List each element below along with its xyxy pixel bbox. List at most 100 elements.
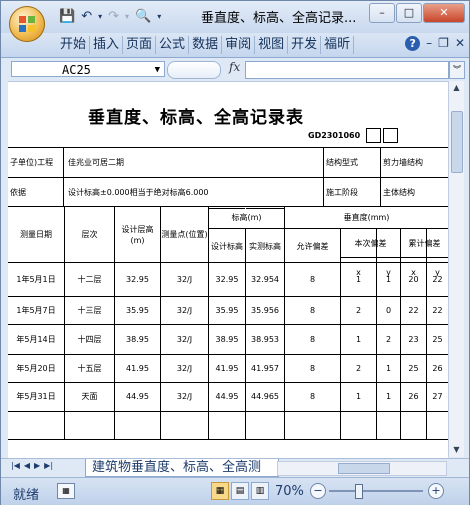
cell-date: 年5月20日: [16, 363, 56, 373]
cell-this-y: 1: [385, 363, 392, 373]
zoom-level[interactable]: 70%: [275, 484, 304, 499]
cell-allowance: 8: [309, 305, 316, 315]
header-this-deviation: 本次偏差: [354, 238, 387, 248]
cell-date: 1年5月7日: [16, 305, 56, 315]
project-label: 子单位)工程: [10, 157, 54, 167]
scroll-up-icon[interactable]: ▲: [449, 81, 464, 95]
name-box-value: AC25: [62, 63, 91, 77]
header-design-height: 设计层高(m): [121, 224, 154, 245]
cell-this-y: 1: [385, 275, 392, 284]
cell-design-height: 38.95: [126, 334, 149, 344]
next-sheet-icon[interactable]: ▶: [34, 461, 40, 470]
cell-this-x: 1: [355, 275, 362, 284]
first-sheet-icon[interactable]: |◀: [11, 461, 20, 470]
header-date: 测量日期: [20, 230, 52, 239]
page-break-view-icon[interactable]: ▥: [251, 482, 269, 500]
cell-floor: 十三层: [77, 305, 102, 315]
office-logo-icon: [19, 16, 35, 32]
scroll-down-icon[interactable]: ▼: [449, 443, 464, 457]
print-preview-icon[interactable]: 🔍: [135, 8, 151, 26]
redo-dropdown-icon[interactable]: ▾: [125, 8, 129, 26]
last-sheet-icon[interactable]: ▶|: [44, 461, 53, 470]
worksheet[interactable]: 垂直度、标高、全高记录表 GD2301060 子单位)工程 佳兆业可居二期 结构型式…: [8, 81, 448, 458]
document-title: 垂直度、标高、全高记录表: [88, 108, 304, 128]
vertical-scroll-thumb[interactable]: [451, 111, 463, 173]
office-button[interactable]: [9, 6, 45, 42]
undo-dropdown-icon[interactable]: ▾: [98, 8, 102, 26]
horizontal-scroll-thumb[interactable]: [338, 463, 390, 474]
normal-view-icon[interactable]: ▦: [211, 482, 229, 500]
save-icon[interactable]: 💾: [59, 8, 75, 26]
cell-cum-x: 22: [408, 305, 419, 315]
sheet-tab[interactable]: 建筑物垂直度、标高、全高测: [85, 459, 279, 477]
cell-design-height: 44.95: [126, 392, 149, 401]
cell-cum-x: 20: [408, 275, 419, 284]
cell-design-height: 41.95: [126, 363, 149, 373]
header-point: 测量点(位置): [161, 230, 208, 239]
cell-floor: 天面: [81, 392, 98, 401]
stage-label: 施工阶段: [326, 187, 358, 197]
cell-floor: 十五层: [77, 363, 102, 373]
minimize-button[interactable]: –: [369, 3, 395, 23]
ribbon-tab[interactable]: 福昕: [321, 36, 355, 54]
close-button[interactable]: ✕: [423, 3, 465, 23]
maximize-button[interactable]: □: [396, 3, 422, 23]
cell-cum-y: 22: [432, 305, 443, 315]
function-icon[interactable]: fx: [229, 60, 240, 74]
macro-record-icon[interactable]: ▦: [57, 483, 75, 499]
ribbon-close-icon[interactable]: ✕: [455, 36, 465, 51]
sheet-tab-bar: |◀ ◀ ▶ ▶| 建筑物垂直度、标高、全高测: [1, 458, 469, 477]
name-box[interactable]: AC25 ▼: [11, 61, 165, 77]
cell-actual-elevation: 32.954: [251, 275, 279, 284]
cell-cum-y: 25: [432, 334, 443, 344]
cell-design-elevation: 44.95: [215, 392, 239, 401]
cell-design-elevation: 41.95: [215, 363, 239, 373]
ribbon-restore-icon[interactable]: ❐: [438, 36, 449, 51]
prev-sheet-icon[interactable]: ◀: [24, 461, 30, 470]
ribbon-tab[interactable]: 审阅: [222, 36, 256, 54]
header-floor: 层次: [81, 230, 98, 239]
grid-line: [8, 324, 448, 325]
checkbox-cell: [366, 128, 381, 143]
horizontal-scrollbar[interactable]: [277, 461, 447, 476]
cell-this-x: 1: [355, 334, 362, 344]
ribbon-tab[interactable]: 页面: [123, 36, 157, 54]
ribbon-tab[interactable]: 插入: [90, 36, 124, 54]
ribbon-tab[interactable]: 视图: [255, 36, 289, 54]
zoom-slider-thumb[interactable]: [355, 484, 363, 499]
zoom-out-icon[interactable]: −: [310, 483, 326, 499]
formula-input[interactable]: [245, 61, 449, 79]
cell-point: 32/J: [176, 363, 193, 373]
cell-this-y: 2: [385, 334, 392, 344]
cell-design-height: 35.95: [126, 305, 149, 315]
cell-allowance: 8: [309, 363, 316, 373]
undo-icon[interactable]: ↶: [81, 8, 92, 26]
ribbon-tab[interactable]: 数据: [189, 36, 223, 54]
ribbon-tab[interactable]: 开始: [57, 36, 91, 54]
cell-point: 32/J: [176, 305, 193, 315]
page-layout-view-icon[interactable]: ▤: [231, 482, 249, 500]
structure-type: 剪力墙结构: [383, 157, 423, 167]
expand-formula-bar-icon[interactable]: ︾: [449, 61, 465, 79]
basis-value: 设计标高±0.000相当于绝对标高6.000: [68, 187, 209, 197]
redo-icon[interactable]: ↷: [108, 8, 119, 26]
help-icon[interactable]: ?: [405, 36, 421, 51]
grid-line: [8, 382, 448, 383]
ribbon-minimize-icon[interactable]: –: [426, 36, 432, 51]
zoom-slider[interactable]: [329, 490, 423, 492]
ribbon-tab[interactable]: 公式: [156, 36, 190, 54]
customize-qat-icon[interactable]: ▾: [157, 8, 161, 26]
vertical-scrollbar[interactable]: ▲ ▼: [448, 81, 464, 457]
ribbon-tab[interactable]: 开发: [288, 36, 322, 54]
chevron-down-icon[interactable]: ▼: [155, 62, 160, 78]
window-title: 垂直度、标高、全高记录...: [201, 11, 357, 26]
formula-bar-grip[interactable]: [167, 61, 221, 79]
status-bar: 就绪 ▦ ▦ ▤ ▥ 70% − +: [1, 477, 469, 505]
excel-window: 💾 ↶ ▾ ↷ ▾ 🔍 ▾ 垂直度、标高、全高记录... – □ ✕ 开始 插入页…: [0, 0, 470, 505]
stage-value: 主体结构: [383, 187, 415, 197]
grid-line: [323, 147, 324, 206]
zoom-in-icon[interactable]: +: [428, 483, 444, 499]
cell-date: 年5月31日: [16, 392, 56, 401]
cell-this-x: 2: [355, 363, 362, 373]
cell-design-elevation: 32.95: [215, 275, 239, 284]
